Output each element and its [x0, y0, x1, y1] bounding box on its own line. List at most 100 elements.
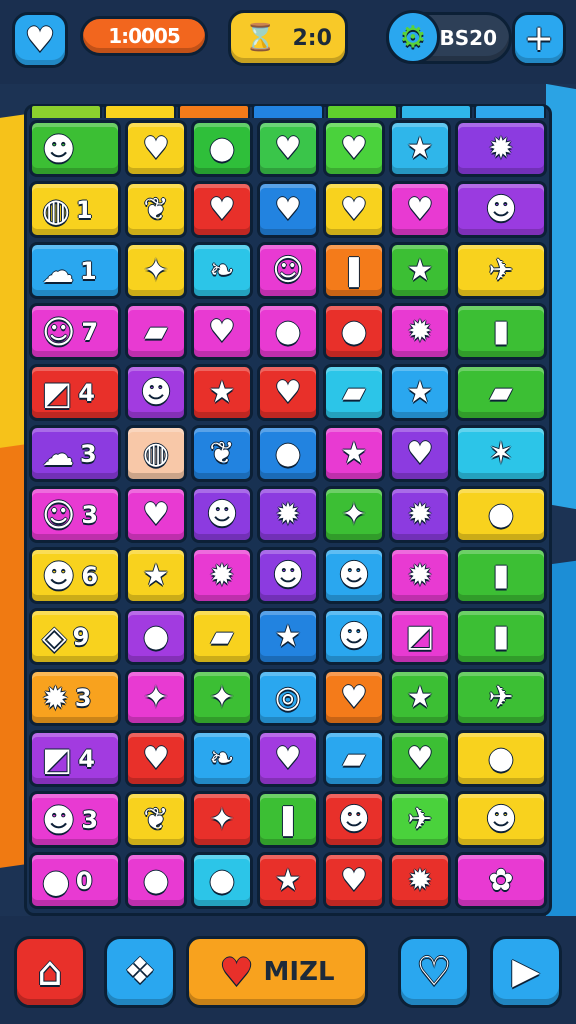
game-tile[interactable]: ★ — [389, 669, 451, 726]
game-tile[interactable]: ❚ — [323, 242, 385, 299]
game-tile[interactable]: ✹ — [389, 852, 451, 909]
game-tile[interactable]: ☻ — [125, 364, 187, 421]
row-header-tile[interactable]: ◍ 1 — [29, 181, 121, 238]
game-tile[interactable]: ✹ — [191, 547, 253, 604]
game-tile[interactable]: ★ — [191, 364, 253, 421]
game-tile[interactable]: ✦ — [191, 669, 253, 726]
game-tile[interactable]: ♥ — [323, 181, 385, 238]
row-header-tile[interactable]: ◈ 9 — [29, 608, 121, 665]
game-tile[interactable]: ▰ — [191, 608, 253, 665]
game-tile[interactable]: ✹ — [389, 303, 451, 360]
game-tile[interactable]: ✦ — [125, 669, 187, 726]
game-tile[interactable]: ▰ — [455, 364, 547, 421]
row-header-tile[interactable]: ☻ — [29, 120, 121, 177]
game-tile[interactable]: ✿ — [455, 852, 547, 909]
game-tile[interactable]: ❦ — [125, 791, 187, 848]
game-tile[interactable]: ◎ — [257, 669, 319, 726]
game-tile[interactable]: ● — [191, 120, 253, 177]
game-tile[interactable]: ☺ — [257, 242, 319, 299]
game-tile[interactable]: ● — [125, 608, 187, 665]
game-tile[interactable]: ♥ — [389, 425, 451, 482]
row-header-tile[interactable]: ☺ 7 — [29, 303, 121, 360]
game-tile[interactable]: ☻ — [323, 608, 385, 665]
row-header-tile[interactable]: ● 0 — [29, 852, 121, 909]
game-tile[interactable]: ● — [455, 486, 547, 543]
row-header-tile[interactable]: ✹ 3 — [29, 669, 121, 726]
game-tile[interactable]: ✈ — [389, 791, 451, 848]
game-tile[interactable]: ▰ — [125, 303, 187, 360]
game-tile[interactable]: ✦ — [191, 791, 253, 848]
game-tile[interactable]: ♥ — [389, 181, 451, 238]
game-tile[interactable]: ● — [257, 425, 319, 482]
game-tile[interactable]: ☻ — [455, 181, 547, 238]
game-tile[interactable]: ☻ — [455, 791, 547, 848]
game-tile[interactable]: ☻ — [257, 547, 319, 604]
game-tile[interactable]: ♥ — [257, 120, 319, 177]
game-tile[interactable]: ★ — [257, 608, 319, 665]
game-tile[interactable]: ▮ — [455, 608, 547, 665]
game-tile[interactable]: ♥ — [257, 364, 319, 421]
game-tile[interactable]: ★ — [389, 364, 451, 421]
favorite-button[interactable]: ♥ — [12, 12, 68, 68]
row-header-tile[interactable]: ◩ 4 — [29, 730, 121, 787]
row-header-tile[interactable]: ☁ 1 — [29, 242, 121, 299]
game-tile[interactable]: ♥ — [323, 120, 385, 177]
game-tile[interactable]: ★ — [389, 242, 451, 299]
share-button[interactable]: ❖ — [104, 936, 176, 1008]
game-tile[interactable]: ✦ — [125, 242, 187, 299]
game-tile[interactable]: ♥ — [257, 730, 319, 787]
like-button[interactable]: ♡ — [398, 936, 470, 1008]
game-tile[interactable]: ❦ — [125, 181, 187, 238]
game-tile[interactable]: ✹ — [455, 120, 547, 177]
game-tile[interactable]: ▰ — [323, 364, 385, 421]
game-tile[interactable]: ✹ — [257, 486, 319, 543]
game-tile[interactable]: ❧ — [191, 730, 253, 787]
game-tile[interactable]: ❚ — [257, 791, 319, 848]
game-tile[interactable]: ● — [125, 852, 187, 909]
game-tile[interactable]: ✶ — [455, 425, 547, 482]
row-header-tile[interactable]: ☻ 6 — [29, 547, 121, 604]
game-tile[interactable]: ♥ — [191, 181, 253, 238]
game-tile[interactable]: ✈ — [455, 242, 547, 299]
game-tile[interactable]: ▮ — [455, 547, 547, 604]
tile-symbol: ❧ — [209, 740, 235, 776]
play-button[interactable]: ▶ — [490, 936, 562, 1008]
game-tile[interactable]: ❧ — [191, 242, 253, 299]
game-tile[interactable]: ✹ — [389, 486, 451, 543]
game-tile[interactable]: ❦ — [191, 425, 253, 482]
game-tile[interactable]: ♥ — [125, 120, 187, 177]
game-tile[interactable]: ☻ — [323, 791, 385, 848]
game-tile[interactable]: ▰ — [323, 730, 385, 787]
game-tile[interactable]: ● — [323, 303, 385, 360]
game-tile[interactable]: ★ — [257, 852, 319, 909]
game-tile[interactable]: ● — [191, 852, 253, 909]
game-tile[interactable]: ● — [257, 303, 319, 360]
game-tile[interactable]: ◩ — [389, 608, 451, 665]
game-tile[interactable]: ✈ — [455, 669, 547, 726]
game-tile[interactable]: ♥ — [323, 669, 385, 726]
game-tile[interactable]: ✦ — [323, 486, 385, 543]
game-tile[interactable]: ★ — [125, 547, 187, 604]
row-header-tile[interactable]: ◩ 4 — [29, 364, 121, 421]
row-header-tile[interactable]: ☁ 3 — [29, 425, 121, 482]
game-tile[interactable]: ★ — [389, 120, 451, 177]
game-tile[interactable]: ♥ — [323, 852, 385, 909]
action-button[interactable]: ♥ MIZL — [186, 936, 368, 1008]
game-tile[interactable]: ♥ — [257, 181, 319, 238]
settings-button[interactable]: ⚙ — [386, 10, 440, 64]
game-tile[interactable]: ♥ — [125, 730, 187, 787]
game-tile[interactable]: ✹ — [389, 547, 451, 604]
row-header-tile[interactable]: ☺ 3 — [29, 486, 121, 543]
row-header-tile[interactable]: ☻ 3 — [29, 791, 121, 848]
home-button[interactable]: ⌂ — [14, 936, 86, 1008]
game-tile[interactable]: ♥ — [191, 303, 253, 360]
game-tile[interactable]: ★ — [323, 425, 385, 482]
game-tile[interactable]: ♥ — [389, 730, 451, 787]
game-tile[interactable]: ● — [455, 730, 547, 787]
game-tile[interactable]: ▮ — [455, 303, 547, 360]
game-tile[interactable]: ◍ — [125, 425, 187, 482]
game-tile[interactable]: ☻ — [191, 486, 253, 543]
game-tile[interactable]: ♥ — [125, 486, 187, 543]
game-tile[interactable]: ☻ — [323, 547, 385, 604]
add-button[interactable]: + — [512, 12, 566, 66]
